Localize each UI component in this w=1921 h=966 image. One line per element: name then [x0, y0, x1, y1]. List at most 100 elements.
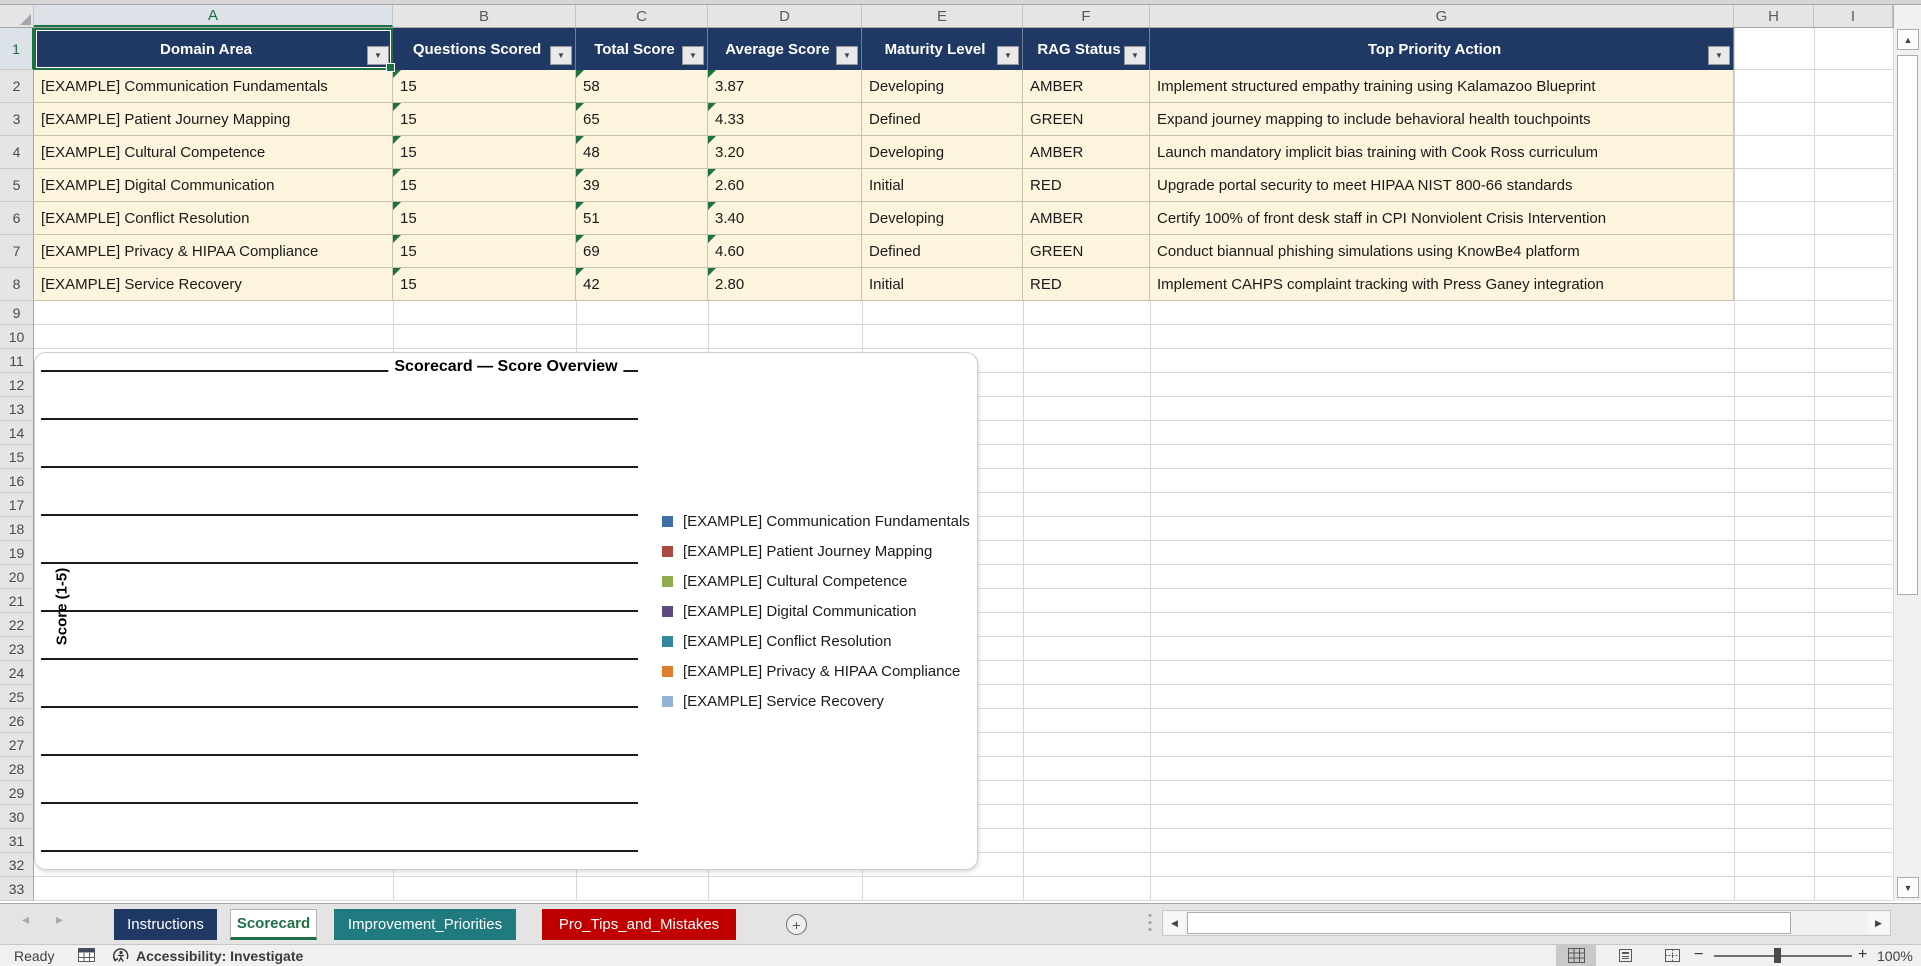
row-header-25[interactable]: 25 [0, 685, 34, 709]
table-cell[interactable]: GREEN [1023, 103, 1150, 136]
horizontal-scrollbar[interactable]: ◀ ▶ [1162, 910, 1891, 936]
scroll-right-button[interactable]: ▶ [1868, 912, 1889, 934]
row-header-13[interactable]: 13 [0, 397, 34, 421]
row-header-27[interactable]: 27 [0, 733, 34, 757]
table-cell[interactable]: Developing [862, 70, 1023, 103]
filter-button[interactable]: ▼ [1124, 46, 1146, 65]
table-cell[interactable]: Defined [862, 235, 1023, 268]
table-cell[interactable]: Initial [862, 169, 1023, 202]
scrollbar-resize-grip[interactable]: ••• [1146, 913, 1154, 935]
row-header-29[interactable]: 29 [0, 781, 34, 805]
table-cell[interactable]: Upgrade portal security to meet HIPAA NI… [1150, 169, 1734, 202]
table-cell[interactable]: 42 [576, 268, 708, 301]
table-cell[interactable]: 15 [393, 103, 576, 136]
row-header-24[interactable]: 24 [0, 661, 34, 685]
table-cell[interactable]: 51 [576, 202, 708, 235]
table-column-header[interactable]: Total Score▼ [576, 28, 708, 70]
legend-item[interactable]: [EXAMPLE] Communication Fundamentals [662, 506, 970, 536]
macro-record-icon[interactable] [78, 948, 95, 965]
sheet-nav-left-icon[interactable]: ◂ [22, 911, 29, 928]
row-header-7[interactable]: 7 [0, 235, 34, 268]
table-cell[interactable]: [EXAMPLE] Communication Fundamentals [34, 70, 393, 103]
row-header-14[interactable]: 14 [0, 421, 34, 445]
zoom-slider[interactable] [1714, 955, 1852, 957]
chart-y-axis-label[interactable]: Score (1-5) [54, 552, 71, 662]
row-header-15[interactable]: 15 [0, 445, 34, 469]
accessibility-status[interactable]: Accessibility: Investigate [112, 947, 303, 964]
table-cell[interactable]: 15 [393, 235, 576, 268]
vertical-scrollbar[interactable]: ▲ ▼ [1893, 5, 1921, 901]
table-cell[interactable]: Launch mandatory implicit bias training … [1150, 136, 1734, 169]
filter-button[interactable]: ▼ [367, 46, 389, 65]
table-cell[interactable]: 4.60 [708, 235, 862, 268]
vertical-scroll-thumb[interactable] [1897, 55, 1918, 595]
add-sheet-button[interactable]: + [786, 914, 807, 935]
table-cell[interactable]: [EXAMPLE] Privacy & HIPAA Compliance [34, 235, 393, 268]
table-cell[interactable]: 2.60 [708, 169, 862, 202]
table-cell[interactable]: 15 [393, 169, 576, 202]
row-header-20[interactable]: 20 [0, 565, 34, 589]
table-cell[interactable]: [EXAMPLE] Conflict Resolution [34, 202, 393, 235]
table-cell[interactable]: 58 [576, 70, 708, 103]
row-header-17[interactable]: 17 [0, 493, 34, 517]
row-header-4[interactable]: 4 [0, 136, 34, 169]
chart-title[interactable]: Scorecard — Score Overview [388, 358, 623, 376]
table-cell[interactable]: Certify 100% of front desk staff in CPI … [1150, 202, 1734, 235]
column-header-A[interactable]: A [34, 5, 393, 27]
column-header-I[interactable]: I [1814, 5, 1893, 27]
table-cell[interactable]: 3.40 [708, 202, 862, 235]
table-cell[interactable]: 48 [576, 136, 708, 169]
row-header-22[interactable]: 22 [0, 613, 34, 637]
scroll-left-button[interactable]: ◀ [1164, 912, 1185, 934]
sheet-tab-instructions[interactable]: Instructions [114, 909, 217, 940]
zoom-level[interactable]: 100% [1877, 948, 1913, 964]
row-header-10[interactable]: 10 [0, 325, 34, 349]
scroll-down-button[interactable]: ▼ [1897, 877, 1919, 898]
table-cell[interactable]: 15 [393, 136, 576, 169]
table-cell[interactable]: Conduct biannual phishing simulations us… [1150, 235, 1734, 268]
table-cell[interactable]: 2.80 [708, 268, 862, 301]
row-header-16[interactable]: 16 [0, 469, 34, 493]
row-header-5[interactable]: 5 [0, 169, 34, 202]
column-header-F[interactable]: F [1023, 5, 1150, 27]
row-header-32[interactable]: 32 [0, 853, 34, 877]
table-cell[interactable]: [EXAMPLE] Cultural Competence [34, 136, 393, 169]
table-cell[interactable]: 65 [576, 103, 708, 136]
legend-item[interactable]: [EXAMPLE] Patient Journey Mapping [662, 536, 932, 566]
zoom-out-icon[interactable]: − [1694, 946, 1703, 964]
table-cell[interactable]: 69 [576, 235, 708, 268]
horizontal-scroll-thumb[interactable] [1187, 912, 1791, 934]
column-header-C[interactable]: C [576, 5, 708, 27]
zoom-slider-thumb[interactable] [1774, 948, 1781, 963]
table-column-header[interactable]: RAG Status▼ [1023, 28, 1150, 70]
table-cell[interactable]: AMBER [1023, 70, 1150, 103]
sheet-tab-scorecard[interactable]: Scorecard [230, 909, 317, 940]
row-header-18[interactable]: 18 [0, 517, 34, 541]
row-header-12[interactable]: 12 [0, 373, 34, 397]
zoom-in-icon[interactable]: + [1858, 946, 1867, 964]
column-header-G[interactable]: G [1150, 5, 1734, 27]
table-cell[interactable]: 15 [393, 202, 576, 235]
row-header-21[interactable]: 21 [0, 589, 34, 613]
legend-item[interactable]: [EXAMPLE] Digital Communication [662, 596, 916, 626]
table-column-header[interactable]: Maturity Level▼ [862, 28, 1023, 70]
sheet-nav-right-icon[interactable]: ▸ [56, 911, 63, 928]
row-header-6[interactable]: 6 [0, 202, 34, 235]
row-header-19[interactable]: 19 [0, 541, 34, 565]
scroll-up-button[interactable]: ▲ [1897, 29, 1919, 50]
table-cell[interactable]: Initial [862, 268, 1023, 301]
table-cell[interactable]: AMBER [1023, 202, 1150, 235]
table-cell[interactable]: AMBER [1023, 136, 1150, 169]
page-layout-view-button[interactable] [1605, 945, 1645, 966]
row-header-8[interactable]: 8 [0, 268, 34, 301]
sheet-tab-improvement_priorities[interactable]: Improvement_Priorities [334, 909, 516, 940]
legend-item[interactable]: [EXAMPLE] Service Recovery [662, 686, 884, 716]
table-cell[interactable]: [EXAMPLE] Patient Journey Mapping [34, 103, 393, 136]
table-column-header[interactable]: Domain Area▼ [34, 28, 393, 70]
row-header-2[interactable]: 2 [0, 70, 34, 103]
table-cell[interactable]: RED [1023, 169, 1150, 202]
filter-button[interactable]: ▼ [682, 46, 704, 65]
table-cell[interactable]: Developing [862, 202, 1023, 235]
table-cell[interactable]: GREEN [1023, 235, 1150, 268]
legend-item[interactable]: [EXAMPLE] Privacy & HIPAA Compliance [662, 656, 960, 686]
